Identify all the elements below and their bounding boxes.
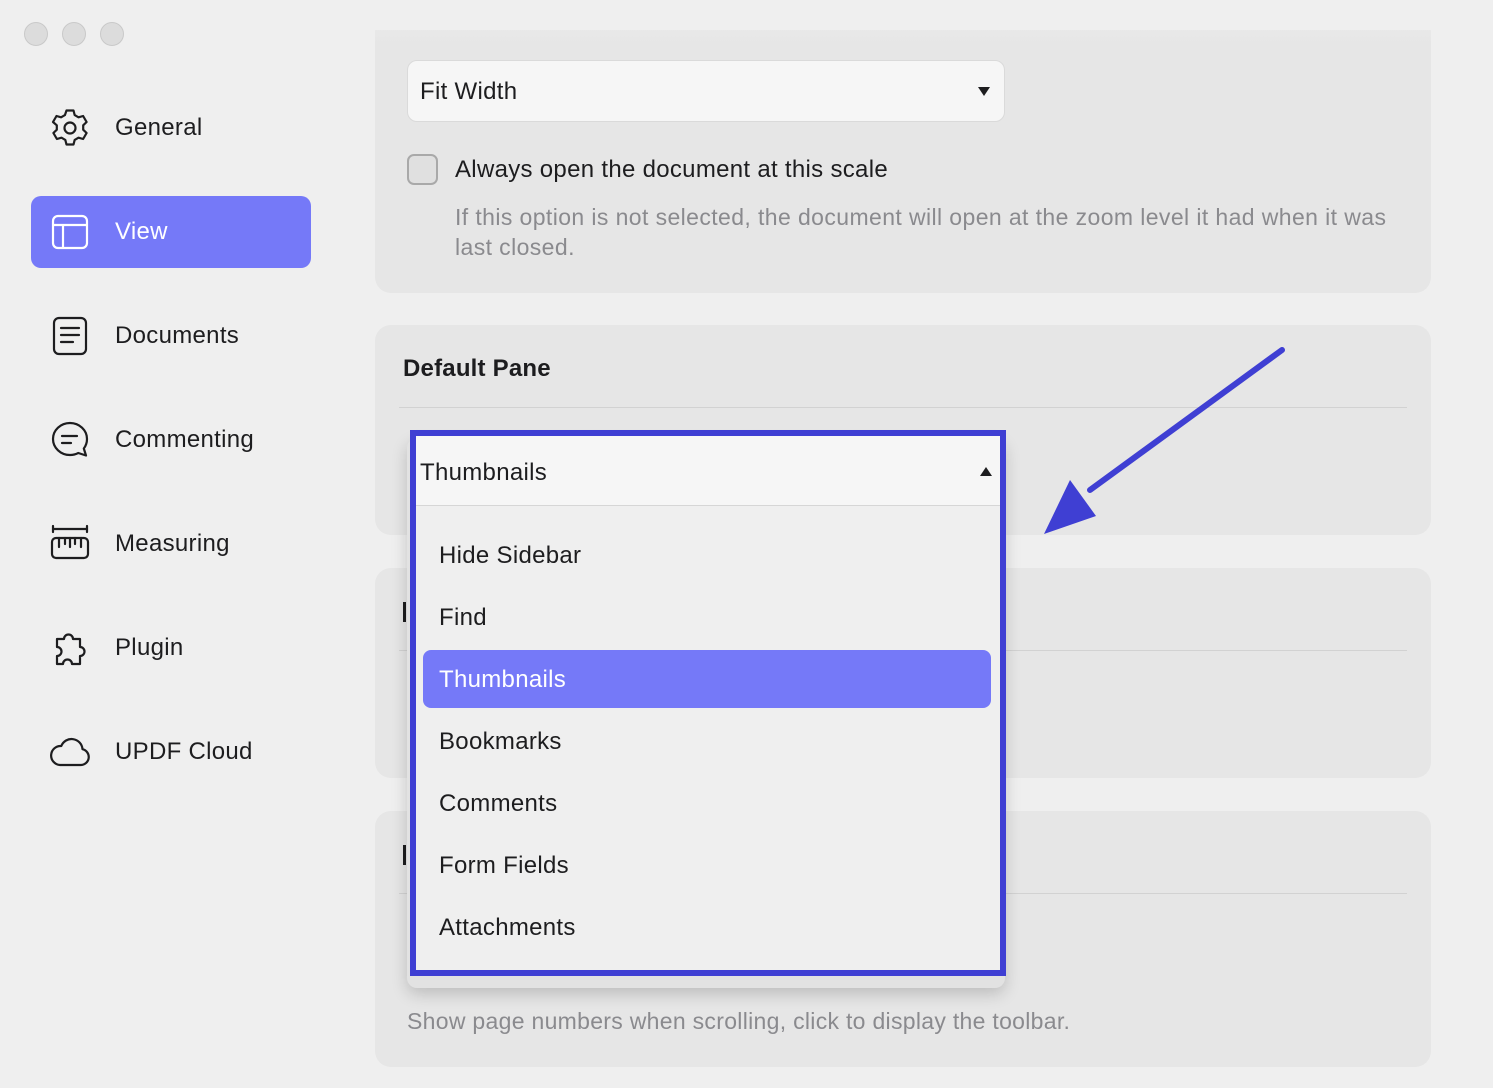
scroll-fade: [375, 0, 1431, 44]
preferences-sidebar: General View Documents Commenting Measur…: [31, 92, 311, 820]
sidebar-item-label: View: [115, 218, 168, 245]
window-controls: [24, 22, 124, 46]
default-pane-value: Thumbnails: [420, 459, 548, 486]
option-label: Comments: [439, 790, 558, 817]
option-label: Form Fields: [439, 852, 569, 879]
option-label: Find: [439, 604, 487, 631]
default-pane-title: Default Pane: [403, 355, 551, 382]
comment-icon: [49, 419, 91, 461]
sidebar-item-commenting[interactable]: Commenting: [31, 404, 311, 476]
zoom-level-value: Fit Width: [420, 78, 518, 105]
section-title-partial: [403, 845, 406, 865]
chevron-up-icon: [980, 467, 992, 476]
always-open-scale-checkbox[interactable]: [407, 154, 438, 185]
option-label: Attachments: [439, 914, 576, 941]
gear-icon: [49, 107, 91, 149]
zoom-window-button[interactable]: [100, 22, 124, 46]
always-open-scale-label[interactable]: Always open the document at this scale: [455, 156, 888, 184]
option-attachments[interactable]: Attachments: [423, 898, 991, 956]
option-bookmarks[interactable]: Bookmarks: [423, 712, 991, 770]
option-comments[interactable]: Comments: [423, 774, 991, 832]
sidebar-item-label: UPDF Cloud: [115, 738, 253, 765]
puzzle-icon: [49, 627, 91, 669]
option-thumbnails[interactable]: Thumbnails: [423, 650, 991, 708]
annotation-arrow: [1044, 347, 1285, 534]
option-label: Bookmarks: [439, 728, 562, 755]
always-open-scale-hint: If this option is not selected, the docu…: [455, 204, 1387, 260]
option-find[interactable]: Find: [423, 588, 991, 646]
default-pane-select[interactable]: Thumbnails: [416, 436, 1000, 506]
option-hide-sidebar[interactable]: Hide Sidebar: [423, 526, 991, 584]
minimize-window-button[interactable]: [62, 22, 86, 46]
sidebar-item-label: General: [115, 114, 203, 141]
section-title-partial: [403, 602, 406, 622]
sidebar-item-label: Documents: [115, 322, 240, 349]
sidebar-item-updf-cloud[interactable]: UPDF Cloud: [31, 716, 311, 788]
cloud-icon: [49, 731, 91, 773]
sidebar-item-general[interactable]: General: [31, 92, 311, 164]
sidebar-item-view[interactable]: View: [31, 196, 311, 268]
default-pane-options: Hide Sidebar Find Thumbnails Bookmarks C…: [423, 526, 991, 960]
ruler-icon: [49, 523, 91, 565]
option-form-fields[interactable]: Form Fields: [423, 836, 991, 894]
chevron-down-icon: [978, 87, 990, 96]
option-label: Thumbnails: [439, 666, 567, 693]
sidebar-item-measuring[interactable]: Measuring: [31, 508, 311, 580]
sidebar-item-documents[interactable]: Documents: [31, 300, 311, 372]
zoom-level-select[interactable]: Fit Width: [407, 60, 1005, 122]
sidebar-item-plugin[interactable]: Plugin: [31, 612, 311, 684]
option-label: Hide Sidebar: [439, 542, 582, 569]
sidebar-item-label: Commenting: [115, 426, 255, 453]
sidebar-item-label: Plugin: [115, 634, 184, 661]
close-window-button[interactable]: [24, 22, 48, 46]
document-icon: [49, 315, 91, 357]
layout-icon: [49, 211, 91, 253]
sidebar-item-label: Measuring: [115, 530, 230, 557]
page-numbers-hint: Show page numbers when scrolling, click …: [407, 1008, 1071, 1034]
